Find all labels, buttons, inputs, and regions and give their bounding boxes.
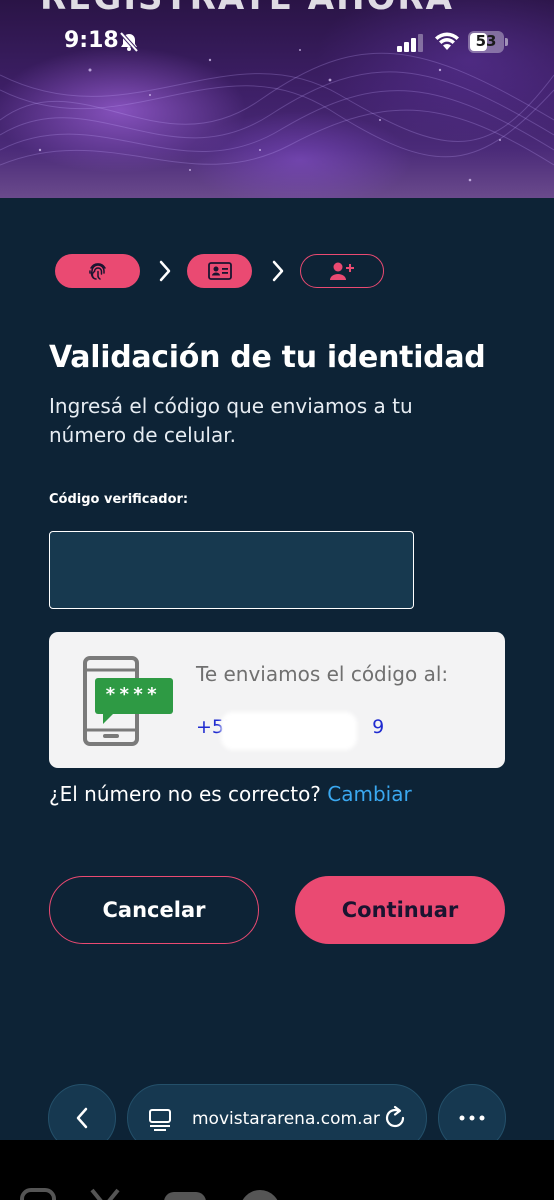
instagram-icon <box>20 1188 56 1200</box>
url-text: movistararena.com.ar <box>192 1109 380 1129</box>
x-icon <box>90 1188 120 1200</box>
chevron-right-icon <box>159 260 171 282</box>
cellular-signal-icon <box>397 34 423 52</box>
reload-icon[interactable] <box>382 1105 408 1131</box>
sms-info-card: **** Te enviamos el código al: +57 9 <box>49 632 505 768</box>
add-user-icon <box>330 262 354 280</box>
fingerprint-icon <box>88 263 106 280</box>
social-icons-row <box>20 1188 278 1200</box>
change-number-link[interactable]: Cambiar <box>327 782 411 806</box>
chevron-right-icon <box>272 260 284 282</box>
continue-button[interactable]: Continuar <box>295 876 505 944</box>
code-field-label: Código verificador: <box>49 492 189 507</box>
step-1-biometric <box>55 254 140 288</box>
silent-bell-icon <box>119 32 139 52</box>
status-bar: 9:18 53 <box>0 22 554 62</box>
ellipsis-icon <box>459 1115 485 1121</box>
phone-redaction <box>221 712 357 750</box>
sms-sent-message: Te enviamos el código al: <box>196 662 449 686</box>
wrong-number-question: ¿El número no es correcto? <box>49 782 321 806</box>
page-title: Validación de tu identidad <box>49 340 486 375</box>
wrong-number-prompt: ¿El número no es correcto? Cambiar <box>49 782 412 806</box>
status-time: 9:18 <box>64 28 119 53</box>
battery-percent: 53 <box>475 32 497 50</box>
hero-title: REGISTRATE AHORA <box>40 0 520 18</box>
step-2-id-card <box>187 254 252 288</box>
id-card-icon <box>207 262 232 280</box>
chevron-left-icon <box>76 1107 88 1129</box>
battery-icon: 53 <box>468 31 508 53</box>
wifi-icon <box>435 32 459 50</box>
sms-code-mask: **** <box>105 684 161 705</box>
phone-suffix: 9 <box>372 716 385 738</box>
browser-toolbar: movistararena.com.ar <box>0 1084 554 1152</box>
page-subtitle: Ingresá el código que enviamos a tu núme… <box>49 394 413 447</box>
facebook-icon <box>242 1190 278 1200</box>
page-menu-icon <box>149 1109 171 1131</box>
youtube-icon <box>164 1192 206 1200</box>
step-3-add-user <box>300 254 384 288</box>
verification-code-input[interactable] <box>49 531 414 609</box>
cancel-button[interactable]: Cancelar <box>49 876 259 944</box>
